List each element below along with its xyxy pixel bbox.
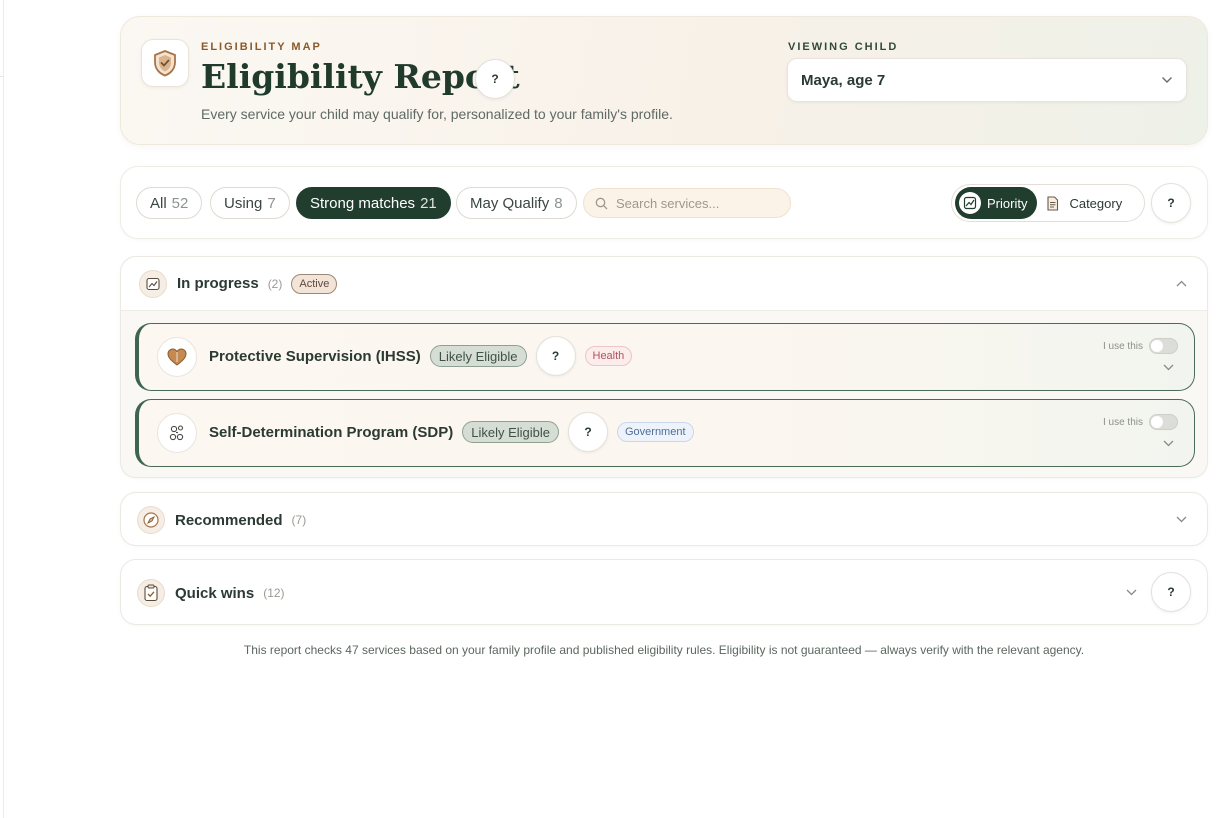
- child-select[interactable]: Maya, age 7: [787, 58, 1187, 102]
- filter-help-button[interactable]: ?: [1151, 183, 1191, 223]
- section-title: Recommended: [175, 511, 283, 529]
- section-title: In progress: [177, 275, 259, 292]
- document-icon: [1041, 192, 1063, 214]
- chevron-down-icon: [1162, 77, 1172, 83]
- header-card: ELIGIBILITY MAP Eligibility Report ? Eve…: [120, 16, 1208, 145]
- disclaimer-note: This report checks 47 services based on …: [243, 643, 1085, 657]
- service-card-sdp[interactable]: Self-Determination Program (SDP) Likely …: [135, 399, 1195, 467]
- search-box: [583, 188, 791, 218]
- service-name: Protective Supervision (IHSS): [209, 347, 421, 365]
- sort-priority-button[interactable]: Priority: [955, 187, 1038, 219]
- search-icon: [595, 197, 608, 209]
- service-help-button[interactable]: ?: [567, 412, 608, 452]
- use-this-label: I use this: [1102, 340, 1143, 352]
- search-input[interactable]: [616, 195, 776, 211]
- left-rail: [0, 0, 4, 818]
- viewing-child-label: VIEWING CHILD: [788, 41, 899, 53]
- chevron-down-icon[interactable]: [1163, 440, 1174, 447]
- section-recommended[interactable]: Recommended (7): [120, 492, 1208, 546]
- section-in-progress: In progress (2) Active Protective Superv…: [120, 256, 1208, 478]
- eyebrow: ELIGIBILITY MAP: [201, 41, 322, 53]
- service-name: Self-Determination Program (SDP): [209, 423, 454, 441]
- compass-icon: [137, 506, 165, 534]
- use-this-control: I use this: [1103, 338, 1178, 354]
- category-tag: Government: [616, 422, 694, 442]
- clipboard-check-icon: [137, 579, 165, 607]
- section-title: Quick wins: [175, 584, 255, 602]
- section-count: (7): [291, 513, 307, 527]
- chevron-down-icon[interactable]: [1163, 364, 1174, 371]
- subtitle: Every service your child may qualify for…: [201, 106, 673, 122]
- pill-label: All: [150, 194, 167, 212]
- people-icon: [157, 413, 197, 453]
- chevron-up-icon[interactable]: [1176, 280, 1187, 287]
- sort-toggle-group: Priority Category: [951, 184, 1145, 222]
- child-select-value: Maya, age 7: [801, 71, 886, 89]
- section-recommended-header: Recommended (7): [121, 493, 1207, 547]
- shield-check-icon: [141, 39, 189, 87]
- sort-category-button[interactable]: Category: [1037, 187, 1132, 219]
- filter-pill-all[interactable]: All 52: [136, 187, 203, 219]
- pill-label: Using: [224, 194, 263, 212]
- use-this-control: I use this: [1103, 414, 1178, 430]
- service-help-button[interactable]: ?: [535, 336, 576, 376]
- section-quick-wins[interactable]: Quick wins (12) ?: [120, 559, 1208, 625]
- status-badge: Active: [291, 273, 338, 294]
- service-row: Self-Determination Program (SDP) Likely …: [209, 412, 694, 452]
- sort-category-label: Category: [1069, 195, 1123, 211]
- service-row: Protective Supervision (IHSS) Likely Eli…: [209, 336, 633, 376]
- pill-label: May Qualify: [470, 194, 550, 212]
- pill-count: 21: [420, 194, 437, 212]
- use-this-toggle[interactable]: [1149, 414, 1178, 430]
- chevron-down-icon[interactable]: [1126, 589, 1137, 596]
- filter-bar: All 52 Using 7 Strong matches 21 May Qua…: [120, 166, 1208, 239]
- use-this-toggle[interactable]: [1149, 338, 1178, 354]
- quick-wins-help-button[interactable]: ?: [1151, 572, 1191, 612]
- section-count: (12): [263, 586, 285, 600]
- category-tag: Health: [584, 346, 633, 366]
- page-title: Eligibility Report: [201, 57, 520, 96]
- title-help-button[interactable]: ?: [475, 59, 515, 99]
- section-quick-wins-header: Quick wins (12) ?: [121, 560, 1207, 626]
- chart-icon: [139, 269, 167, 298]
- chart-icon: [959, 192, 981, 214]
- sort-priority-label: Priority: [987, 195, 1028, 211]
- section-in-progress-header[interactable]: In progress (2) Active: [121, 257, 1207, 311]
- pill-count: 8: [554, 194, 563, 212]
- heart-icon: [157, 337, 197, 377]
- pill-count: 52: [171, 194, 189, 212]
- eligibility-badge: Likely Eligible: [462, 421, 559, 443]
- filter-pill-may-qualify[interactable]: May Qualify 8: [456, 187, 577, 219]
- section-count: (2): [267, 276, 283, 291]
- filter-pill-strong-matches[interactable]: Strong matches 21: [296, 187, 451, 219]
- service-card-ihss[interactable]: Protective Supervision (IHSS) Likely Eli…: [135, 323, 1195, 391]
- chevron-down-icon[interactable]: [1176, 516, 1187, 523]
- use-this-label: I use this: [1102, 416, 1143, 428]
- eligibility-badge: Likely Eligible: [429, 345, 527, 367]
- filter-pill-using[interactable]: Using 7: [210, 187, 290, 219]
- pill-label: Strong matches: [310, 194, 416, 212]
- pill-count: 7: [267, 194, 276, 212]
